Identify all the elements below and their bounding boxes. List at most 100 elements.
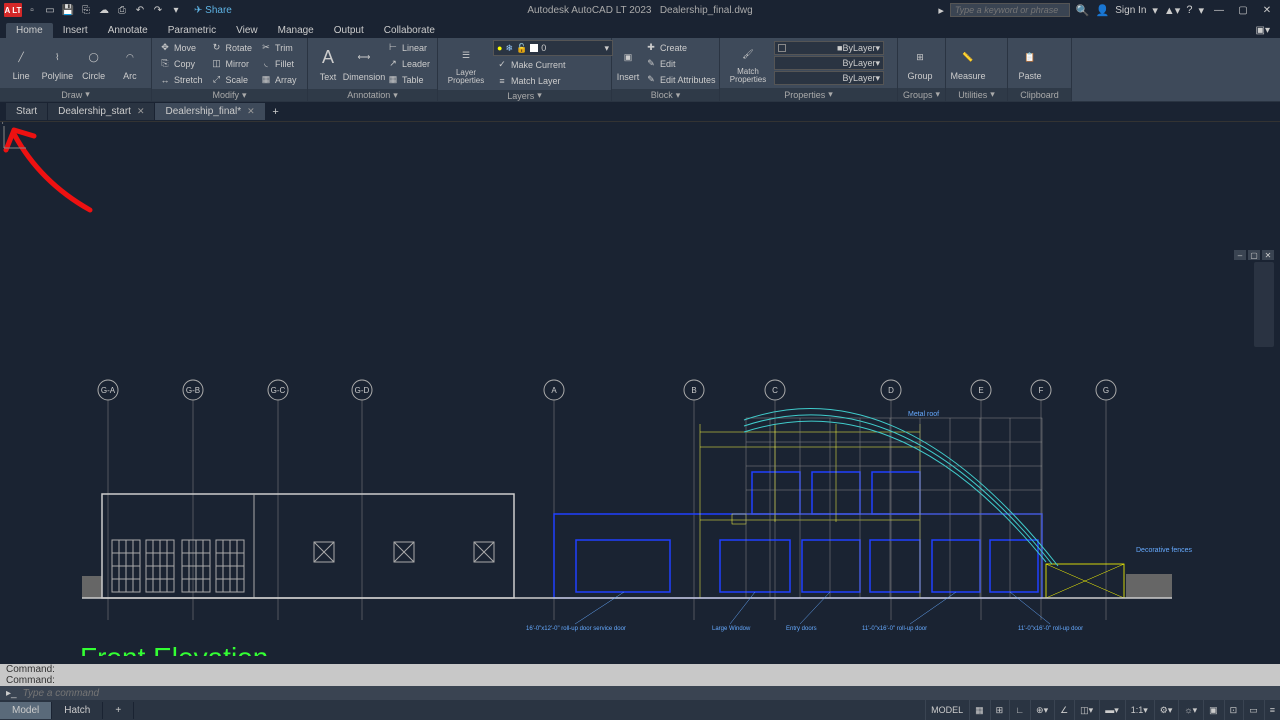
file-tab-dealership-final[interactable]: Dealership_final*✕ [155,103,264,120]
status-hardware-icon[interactable]: ⊡ [1224,700,1243,720]
doc-close-icon[interactable]: ✕ [1262,250,1274,260]
command-input[interactable] [23,688,1274,699]
close-tab-icon[interactable]: ✕ [247,106,255,117]
layer-selector[interactable]: ● ❄ 🔓 0 ▾ [493,40,613,56]
status-ortho-icon[interactable]: ∟ [1009,700,1029,720]
panel-title-layers[interactable]: Layers ▾ [438,90,611,101]
linetype-selector[interactable]: ByLayer ▾ [774,71,884,85]
panel-title-groups[interactable]: Groups ▾ [898,88,945,101]
menu-tab-collaborate[interactable]: Collaborate [374,23,445,38]
add-tab-button[interactable]: + [266,106,286,118]
arc-button[interactable]: ◠Arc [113,40,147,86]
user-icon[interactable]: 👤 [1096,4,1110,17]
copy-button[interactable]: ⎘Copy [156,56,206,71]
drawing-canvas[interactable]: G-AG-BG-CG-DABCDEFG [0,122,1280,656]
qat-more-icon[interactable]: ▾ [168,2,184,18]
measure-button[interactable]: 📏Measure [950,40,986,86]
signin-button[interactable]: Sign In [1115,5,1146,16]
search-caret-icon[interactable]: ▸ [938,4,944,17]
color-selector[interactable]: ■ ByLayer ▾ [774,41,884,55]
table-button[interactable]: ▦Table [384,72,433,87]
rotate-button[interactable]: ↻Rotate [208,40,256,55]
menu-tab-annotate[interactable]: Annotate [98,23,158,38]
leader-button[interactable]: ↗Leader [384,56,433,71]
menu-tab-manage[interactable]: Manage [268,23,324,38]
menu-tab-output[interactable]: Output [324,23,374,38]
search-icon[interactable]: 🔍 [1076,4,1090,17]
qat-web-icon[interactable]: ☁ [96,2,112,18]
file-tab-start[interactable]: Start [6,103,47,120]
panel-title-properties[interactable]: Properties ▾ [720,88,897,101]
doc-minimize-icon[interactable]: – [1234,250,1246,260]
match-layer-button[interactable]: ≡Match Layer [493,73,613,88]
qat-new-icon[interactable]: ▫ [24,2,40,18]
status-workspace-icon[interactable]: ☼▾ [1178,700,1202,720]
app-icon[interactable]: A LT [4,3,22,17]
scale-button[interactable]: ⤢Scale [208,72,256,87]
status-isolate-icon[interactable]: ▣ [1203,700,1223,720]
close-icon[interactable]: ✕ [1258,3,1276,17]
layout-tab-add[interactable]: + [103,702,134,719]
status-clean-icon[interactable]: ▭ [1243,700,1263,720]
line-button[interactable]: ╱Line [4,40,38,86]
signin-caret-icon[interactable]: ▾ [1152,4,1158,17]
edit-block-button[interactable]: ✎Edit [642,56,719,71]
status-otrack-icon[interactable]: ◫▾ [1074,700,1098,720]
move-button[interactable]: ✥Move [156,40,206,55]
share-button[interactable]: ✈ Share [194,5,232,16]
status-model[interactable]: MODEL [925,700,968,720]
trim-button[interactable]: ✂Trim [257,40,300,55]
status-snap-icon[interactable]: ⊞ [990,700,1009,720]
status-osnap-icon[interactable]: ∠ [1054,700,1073,720]
menu-tab-view[interactable]: View [226,23,268,38]
qat-plot-icon[interactable]: ⎙ [114,2,130,18]
panel-title-modify[interactable]: Modify ▾ [152,89,307,101]
doc-restore-icon[interactable]: ▢ [1248,250,1260,260]
status-lwt-icon[interactable]: ▬▾ [1099,700,1124,720]
search-input[interactable] [950,3,1070,17]
qat-open-icon[interactable]: ▭ [42,2,58,18]
help-icon[interactable]: ? [1186,4,1192,16]
array-button[interactable]: ▦Array [257,72,300,87]
status-grid-icon[interactable]: ▦ [969,700,989,720]
menu-tab-insert[interactable]: Insert [53,23,98,38]
panel-title-annotation[interactable]: Annotation ▾ [308,89,437,101]
panel-title-utilities[interactable]: Utilities ▾ [946,88,1007,101]
stretch-button[interactable]: ↔Stretch [156,72,206,87]
make-current-button[interactable]: ✓Make Current [493,57,613,72]
qat-saveas-icon[interactable]: ⎘ [78,2,94,18]
panel-title-block[interactable]: Block ▾ [612,89,719,101]
group-button[interactable]: ⊞Group [902,40,938,86]
file-tab-dealership-start[interactable]: Dealership_start✕ [48,103,154,120]
layout-tab-hatch[interactable]: Hatch [52,702,103,719]
ribbon-expand-icon[interactable]: ▣▾ [1246,23,1280,38]
paste-button[interactable]: 📋Paste [1012,40,1048,86]
menu-tab-home[interactable]: Home [6,23,53,38]
fillet-button[interactable]: ◟Fillet [257,56,300,71]
status-annotation-icon[interactable]: ⚙▾ [1154,700,1178,720]
text-button[interactable]: AText [312,41,344,87]
create-block-button[interactable]: ✚Create [642,40,719,55]
maximize-icon[interactable]: ▢ [1234,3,1252,17]
navigation-bar[interactable] [1254,262,1274,347]
command-line[interactable]: ▸_ [0,686,1280,700]
mirror-button[interactable]: ◫Mirror [208,56,256,71]
qat-undo-icon[interactable]: ↶ [132,2,148,18]
lineweight-selector[interactable]: ByLayer ▾ [774,56,884,70]
minimize-icon[interactable]: — [1210,3,1228,17]
qat-redo-icon[interactable]: ↷ [150,2,166,18]
match-properties-button[interactable]: 🖌MatchProperties [724,40,772,86]
panel-title-draw[interactable]: Draw ▾ [0,88,151,101]
status-customize-icon[interactable]: ≡ [1264,700,1280,720]
status-polar-icon[interactable]: ⊕▾ [1030,700,1053,720]
layer-properties-button[interactable]: ☰LayerProperties [442,41,490,87]
insert-button[interactable]: ▣Insert [616,41,640,87]
menu-tab-parametric[interactable]: Parametric [158,23,226,38]
close-tab-icon[interactable]: ✕ [137,106,145,117]
polyline-button[interactable]: ⌇Polyline [40,40,74,86]
layout-tab-model[interactable]: Model [0,702,52,719]
help-caret-icon[interactable]: ▾ [1198,4,1204,17]
linear-button[interactable]: ⊢Linear [384,40,433,55]
status-scale[interactable]: 1:1▾ [1125,700,1153,720]
circle-button[interactable]: ◯Circle [77,40,111,86]
